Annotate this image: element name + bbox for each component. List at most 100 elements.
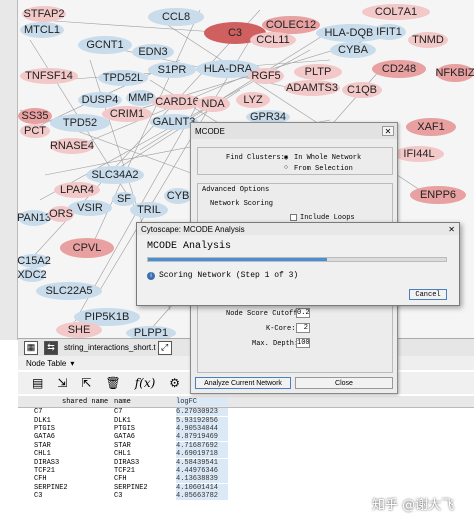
table-row[interactable]: CHL1 CHL1 4.69019718 (18, 450, 474, 459)
network-node[interactable]: CCL11 (250, 32, 296, 48)
table-row[interactable]: TCF21 TCF21 4.44976346 (18, 466, 474, 475)
close-button[interactable]: Close (295, 377, 393, 389)
network-node[interactable]: ORS (48, 206, 74, 222)
advanced-options-label[interactable]: Advanced Options (202, 186, 269, 194)
network-node[interactable]: XDC2 (17, 268, 47, 282)
max-depth-field[interactable]: 100 (296, 338, 310, 348)
network-node[interactable]: XAF1 (406, 118, 456, 136)
close-icon[interactable]: ✕ (448, 225, 455, 234)
cell-logfc: 6.27030923 (176, 408, 228, 417)
network-node[interactable]: CCL8 (148, 8, 204, 26)
table-row[interactable]: DLK1 DLK1 5.93192056 (18, 416, 474, 425)
table-row[interactable]: GATA6 GATA6 4.87919469 (18, 433, 474, 442)
col-name[interactable]: name (114, 398, 176, 406)
kcore-label: K-Core: (266, 325, 296, 333)
network-node[interactable]: ADAMTS3 (284, 80, 340, 96)
network-node[interactable]: MTCL1 (20, 22, 64, 38)
progress-bar-fill (148, 258, 327, 261)
network-node[interactable]: RGF5 (248, 68, 284, 84)
table-row[interactable]: DIRAS3 DIRAS3 4.58439541 (18, 458, 474, 467)
radio-from-selection[interactable]: ○ (284, 164, 288, 172)
cell-logfc: 4.58439541 (176, 458, 228, 467)
network-node[interactable]: C15A2 (17, 254, 51, 268)
network-node[interactable]: TNMD (408, 32, 448, 48)
network-node[interactable]: PLTP (294, 64, 342, 80)
network-node[interactable]: SHE (56, 322, 102, 338)
network-node[interactable]: LYZ (236, 92, 270, 108)
table-icon[interactable]: ▤ (32, 376, 43, 390)
table-row[interactable]: C7 C7 6.27030923 (18, 408, 474, 417)
col-shared-name[interactable]: shared name (18, 398, 114, 406)
radio-whole-network[interactable]: ◉ (284, 153, 288, 162)
network-node[interactable]: PAN13 (17, 210, 51, 226)
delete-icon[interactable]: 🗑 (105, 376, 120, 390)
kcore-field[interactable]: 2 (296, 323, 310, 333)
network-node[interactable]: EDN3 (132, 44, 174, 60)
network-node[interactable]: STFAP2 (22, 6, 66, 22)
network-node[interactable]: VSIR (68, 200, 112, 216)
network-node[interactable]: MMP (126, 90, 156, 106)
function-icon[interactable]: f(x) (135, 376, 156, 390)
table-body: C7 C7 6.27030923 DLK1 DLK1 5.93192056 PTGIS PTG… (18, 408, 474, 501)
cell-logfc: 4.71687692 (176, 441, 228, 450)
network-node[interactable]: CARD16 (152, 94, 202, 110)
import-icon[interactable]: ⇲ (57, 376, 67, 390)
cell-name: CFH (114, 475, 127, 484)
network-node[interactable]: TNFSF14 (20, 68, 78, 84)
network-node[interactable]: SLC34A2 (86, 166, 144, 184)
network-node[interactable]: COL7A1 (362, 4, 430, 20)
analyze-button[interactable]: Analyze Current Network (195, 377, 291, 389)
grid-icon[interactable]: ▦ (24, 340, 38, 355)
chevron-down-icon[interactable]: ▾ (70, 359, 74, 368)
find-clusters-label: Find Clusters: (226, 154, 285, 162)
table-row[interactable]: SERPINE2 SERPINE2 4.10601414 (18, 483, 474, 492)
cell-name: SERPINE2 (114, 483, 148, 492)
network-node[interactable]: CYB (164, 188, 192, 204)
table-row[interactable]: CFH CFH 4.13638839 (18, 475, 474, 484)
network-node[interactable]: NDA (196, 96, 230, 112)
node-table-tab[interactable]: Node Table (26, 359, 66, 368)
find-clusters-box: Find Clusters: ◉ In Whole Network ○ From… (197, 147, 393, 175)
network-node[interactable]: TPD52 (50, 114, 110, 132)
network-node[interactable]: CRIM1 (102, 106, 152, 122)
network-node[interactable]: SS35 (18, 108, 52, 124)
progress-dialog[interactable]: Cytoscape: MCODE Analysis ✕ MCODE Analys… (136, 222, 460, 306)
network-node[interactable]: TRIL (130, 202, 168, 218)
network-node[interactable]: GCNT1 (78, 36, 132, 54)
progress-titlebar: Cytoscape: MCODE Analysis ✕ (137, 223, 459, 235)
include-loops-checkbox[interactable] (290, 214, 297, 221)
cell-logfc: 5.93192056 (176, 416, 228, 425)
export-icon[interactable]: ⇱ (81, 376, 91, 390)
network-node[interactable]: CPVL (60, 238, 114, 258)
network-node[interactable]: CYBA (330, 42, 376, 58)
table-row[interactable]: STAR STAR 4.71687692 (18, 441, 474, 450)
watermark: 知乎 @谢大飞 (372, 498, 455, 513)
cancel-button[interactable]: Cancel (409, 289, 447, 300)
network-node[interactable]: S1PR (148, 62, 196, 78)
col-logfc[interactable]: logFC (176, 397, 228, 406)
network-node[interactable]: C1QB (342, 82, 382, 98)
cell-name: C3 (114, 492, 123, 501)
network-node[interactable]: IFI44L (394, 146, 444, 162)
network-node[interactable]: DUSP4 (78, 92, 122, 108)
network-node[interactable]: IFIT1 (372, 24, 406, 40)
cell-name: DLK1 (114, 416, 131, 425)
table-header: shared name name logFC (18, 396, 474, 408)
progress-bar (147, 257, 447, 262)
share-icon[interactable]: ⇆ (44, 340, 58, 355)
network-node[interactable]: ENPP6 (410, 186, 466, 204)
close-icon[interactable]: ✕ (382, 126, 394, 136)
progress-window-title: Cytoscape: MCODE Analysis (141, 224, 245, 234)
network-node[interactable]: NFKBIZ (435, 64, 474, 82)
network-node[interactable]: LPAR4 (54, 182, 100, 198)
expand-icon[interactable]: ⤢ (157, 340, 172, 355)
network-node[interactable]: PCT (20, 124, 50, 138)
tool-icon[interactable]: ⚙ (169, 376, 180, 390)
network-node[interactable]: TPD52L (98, 70, 148, 86)
network-node[interactable]: SF (112, 192, 136, 206)
table-row[interactable]: PTGIS PTGIS 4.90534044 (18, 424, 474, 433)
node-score-cutoff-field[interactable]: 0.2 (296, 308, 310, 318)
network-node[interactable]: SLC22A5 (36, 282, 102, 300)
network-node[interactable]: RNASE4 (50, 138, 94, 154)
network-node[interactable]: CD248 (372, 60, 426, 78)
